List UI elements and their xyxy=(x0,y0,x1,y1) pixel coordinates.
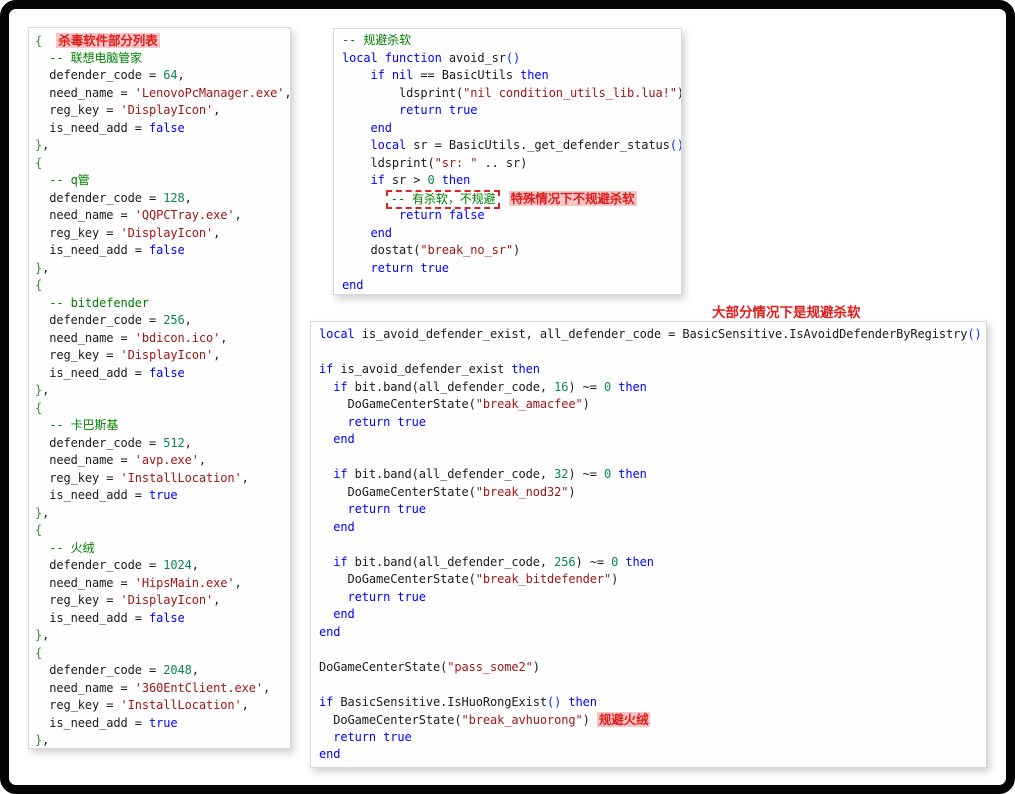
code-line: defender_code = 512, xyxy=(35,435,192,450)
code-line: DoGameCenterState("break_bitdefender") xyxy=(319,572,619,586)
antivirus-list-code-panel: { 杀毒软件部分列表 -- 联想电脑管家 defender_code = 64,… xyxy=(28,27,291,749)
code-line: need_name = 'QQPCTray.exe', xyxy=(35,208,242,222)
code-line: ldsprint("nil condition_utils_lib.lua!") xyxy=(342,85,681,100)
code-line: end xyxy=(370,225,392,240)
code-line: is_need_add = true xyxy=(35,488,178,502)
code-line: -- 联想电脑管家 xyxy=(49,50,143,65)
red-dashed-box-comment: -- 有杀软，不规避 xyxy=(385,189,501,209)
code-line: { xyxy=(35,155,43,170)
code-line: DoGameCenterState("break_avhuorong") 规避火… xyxy=(319,712,651,727)
code-line: }, xyxy=(35,260,50,275)
code-line: need_name = 'bdicon.ico', xyxy=(35,330,228,345)
code-line: reg_key = 'DisplayIcon', xyxy=(35,348,221,362)
defender-registry-check-code-panel: local is_avoid_defender_exist, all_defen… xyxy=(310,321,987,768)
code-line: local function avoid_sr() xyxy=(342,50,521,65)
code-line: reg_key = 'DisplayIcon', xyxy=(35,593,221,607)
code-line: is_need_add = false xyxy=(35,243,185,257)
red-highlight-annotation: 特殊情况下不规避杀软 xyxy=(508,190,637,206)
code-line: if is_avoid_defender_exist then xyxy=(319,362,540,376)
code-line: return true xyxy=(333,729,412,744)
code-line: reg_key = 'InstallLocation', xyxy=(35,698,249,712)
code-line: defender_code = 128, xyxy=(35,190,192,205)
avoid-sr-function-code-panel: -- 规避杀软 local function avoid_sr() if nil … xyxy=(333,28,682,295)
code-line: -- 火绒 xyxy=(49,540,95,555)
code-line: { xyxy=(35,278,43,292)
code-line: defender_code = 2048, xyxy=(35,663,199,677)
code-line: end xyxy=(319,624,341,639)
code-line: }, xyxy=(35,733,50,747)
code-line: return true xyxy=(347,589,426,604)
code-line: }, xyxy=(35,505,50,520)
code-line: DoGameCenterState("break_nod32") xyxy=(319,484,576,499)
code-line: { xyxy=(35,645,43,660)
code-line: DoGameCenterState("break_amacfee") xyxy=(319,397,590,411)
code-line: -- bitdefender xyxy=(49,295,149,310)
code-line: defender_code = 64, xyxy=(35,68,185,82)
code-line: if bit.band(all_defender_code, 256) ~= 0… xyxy=(333,554,654,569)
code-line: -- 有杀软，不规避 特殊情况下不规避杀软 xyxy=(342,189,681,209)
code-line: return true xyxy=(347,414,426,429)
code-line: dostat("break_no_sr") xyxy=(342,243,521,257)
code-line: -- 规避杀软 xyxy=(342,33,411,47)
code-line: reg_key = 'DisplayIcon', xyxy=(35,103,221,117)
red-highlight-annotation: 规避火绒 xyxy=(596,712,651,727)
code-line: reg_key = 'DisplayIcon', xyxy=(35,225,221,240)
code-line: }, xyxy=(35,138,50,152)
code-line: is_need_add = false xyxy=(35,610,185,625)
code-line: if sr > 0 then xyxy=(370,173,471,187)
code-line: local is_avoid_defender_exist, all_defen… xyxy=(319,327,982,341)
code-line: end xyxy=(370,120,392,135)
code-line: { xyxy=(35,400,43,415)
code-line: is_need_add = false xyxy=(35,120,185,135)
code-line: need_name = 'HipsMain.exe', xyxy=(35,575,242,590)
code-line: end xyxy=(319,747,341,761)
annotated-code-screenshot: { 杀毒软件部分列表 -- 联想电脑管家 defender_code = 64,… xyxy=(0,0,1015,794)
code-line: need_name = 'avp.exe', xyxy=(35,453,206,467)
code-line: is_need_add = false xyxy=(35,365,185,380)
code-line: end xyxy=(333,519,355,534)
code-line: -- q管 xyxy=(49,173,90,187)
code-line: return true xyxy=(347,502,426,516)
code-line: if bit.band(all_defender_code, 32) ~= 0 … xyxy=(333,467,647,481)
code-line: }, xyxy=(35,628,50,642)
code-line: return true xyxy=(370,260,449,275)
code-line: is_need_add = true xyxy=(35,715,178,730)
code-line: defender_code = 256, xyxy=(35,313,192,327)
code-line: end xyxy=(333,432,355,446)
code-line: end xyxy=(342,278,364,292)
code-line: return true xyxy=(399,103,478,117)
most-cases-annotation: 大部分情况下是规避杀软 xyxy=(712,305,861,321)
code-line: local sr = BasicUtils._get_defender_stat… xyxy=(370,138,682,152)
code-line: if bit.band(all_defender_code, 16) ~= 0 … xyxy=(333,379,647,394)
code-line: need_name = '360EntClient.exe', xyxy=(35,680,271,695)
code-line: { xyxy=(35,523,43,537)
code-line: { 杀毒软件部分列表 xyxy=(35,33,160,48)
code-line: if nil == BasicUtils then xyxy=(370,68,549,82)
code-line: need_name = 'LenovoPcManager.exe', xyxy=(35,85,291,100)
code-line: if BasicSensitive.IsHuoRongExist() then xyxy=(319,694,597,709)
code-line: -- 卡巴斯基 xyxy=(49,418,119,432)
code-line: reg_key = 'InstallLocation', xyxy=(35,470,249,485)
code-line: DoGameCenterState("pass_some2") xyxy=(319,659,540,674)
code-line: return false xyxy=(399,208,485,222)
code-line: ldsprint("sr: " .. sr) xyxy=(342,155,528,170)
code-line: }, xyxy=(35,383,50,397)
code-line: defender_code = 1024, xyxy=(35,558,199,572)
red-highlight-annotation: 杀毒软件部分列表 xyxy=(56,33,160,48)
code-line: end xyxy=(333,607,355,621)
